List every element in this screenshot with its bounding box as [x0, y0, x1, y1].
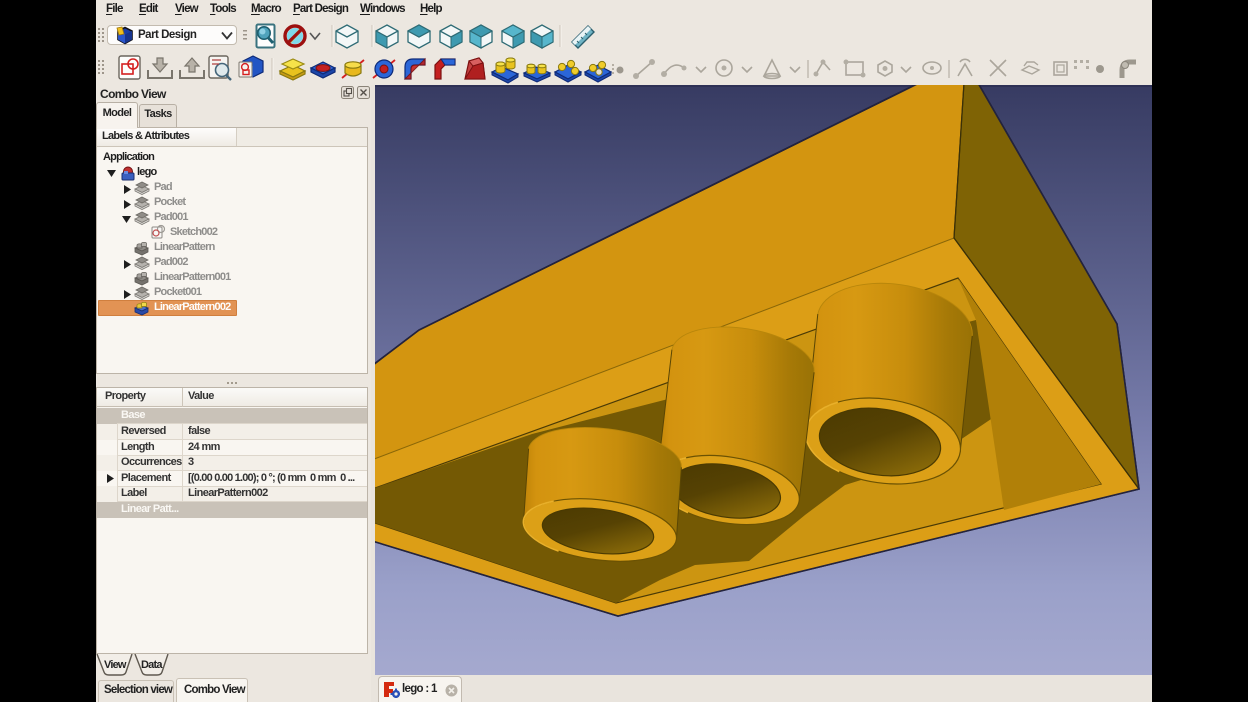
svg-text:View: View	[104, 659, 127, 671]
svg-text:Data: Data	[141, 659, 163, 671]
